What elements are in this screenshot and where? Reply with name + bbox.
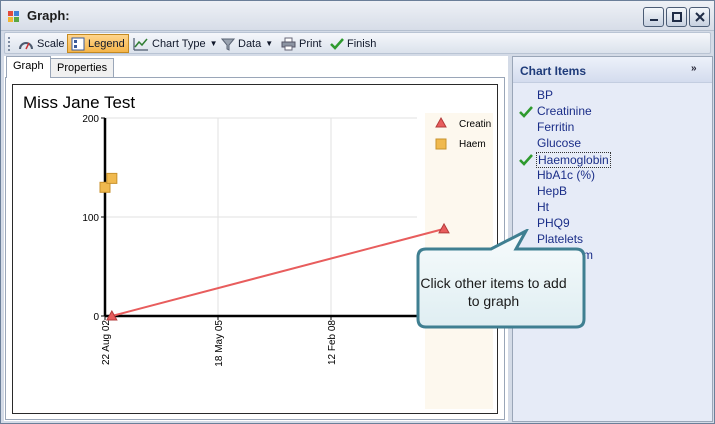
graph-app-icon: [8, 11, 19, 22]
chart-item[interactable]: Platelets: [537, 232, 583, 248]
data-point: [106, 172, 118, 184]
x-tick-label: 22 Aug 02: [101, 320, 112, 365]
chart-item[interactable]: PHQ9: [537, 216, 570, 232]
series-line-creatinine: [111, 227, 445, 317]
chevron-down-icon: ▼: [265, 39, 274, 48]
chart-item[interactable]: Potassium: [537, 248, 593, 264]
line-chart-icon: [133, 37, 148, 51]
maximize-button[interactable]: [666, 7, 687, 27]
checkmark-icon: [519, 106, 533, 118]
checkmark-icon: [330, 37, 344, 50]
chart-item[interactable]: Ferritin: [537, 120, 574, 136]
close-button[interactable]: [689, 7, 710, 27]
minimize-button[interactable]: [643, 7, 664, 27]
chart-type-dropdown[interactable]: Chart Type ▼: [130, 34, 221, 53]
x-tick-label: 18 May 05: [214, 320, 225, 367]
callout-text: Click other items to add to graph: [420, 275, 567, 309]
y-tick-label: 0: [93, 312, 99, 323]
chart-item[interactable]: Creatinine: [537, 104, 592, 120]
chart-item[interactable]: HepB: [537, 184, 567, 200]
print-button[interactable]: Print: [278, 34, 325, 53]
maximize-icon: [671, 12, 682, 22]
chart-item[interactable]: BP: [537, 88, 553, 104]
checkmark-icon: [519, 154, 533, 166]
legend-label: Legend: [88, 37, 125, 50]
tab-graph[interactable]: Graph: [6, 56, 51, 78]
legend-entry-label: Haem: [459, 139, 486, 150]
close-icon: [694, 12, 705, 22]
graph-pane: Graph Properties Miss Jane Test 200 100 0 2…: [4, 56, 508, 421]
finish-label: Finish: [347, 37, 377, 50]
tab-properties[interactable]: Properties: [50, 58, 115, 78]
printer-icon: [281, 37, 296, 50]
chart-items-panel: Chart Items » BP Creatinine Ferritin Glucos…: [512, 56, 713, 422]
chart-area: Miss Jane Test 200 100 0 22 Aug 02 18 May 05…: [12, 84, 498, 414]
title-bar: Graph:: [1, 1, 714, 31]
filter-icon: [221, 38, 235, 51]
chart-items-title: Chart Items: [520, 64, 587, 78]
legend-marker: [435, 138, 447, 150]
toolbar: Scale Legend Chart Type ▼ Data ▼ Print F…: [4, 32, 711, 54]
chart-items-header: Chart Items »: [513, 57, 712, 83]
scale-label: Scale: [37, 37, 65, 50]
chart-svg: 200 100 022 Aug 02 18 May 05 12 Feb 08 Creati…: [82, 113, 493, 409]
chart-item[interactable]: HbA1c (%): [537, 168, 595, 184]
finish-button[interactable]: Finish: [327, 34, 379, 53]
gauge-icon: [19, 41, 33, 49]
graph-window: Graph: Scale Legend Chart Type ▼ Data ▼ …: [0, 0, 715, 424]
minimize-icon: [649, 19, 658, 21]
scale-button[interactable]: Scale: [15, 34, 68, 53]
data-dropdown[interactable]: Data ▼: [218, 34, 276, 53]
y-tick-label: 200: [82, 114, 99, 125]
tab-strip: Graph Properties: [4, 56, 508, 78]
chart-item[interactable]: Ht: [537, 200, 549, 216]
x-tick-label: 12 Feb 08: [327, 320, 338, 365]
print-label: Print: [299, 37, 322, 50]
legend-background: [425, 113, 493, 409]
collapse-icon[interactable]: »: [691, 63, 697, 74]
toolbar-grip[interactable]: [8, 37, 11, 51]
legend-icon: [71, 37, 85, 50]
data-label: Data: [238, 37, 262, 50]
chart-type-label: Chart Type: [152, 37, 206, 50]
graph-tab-panel: Miss Jane Test 200 100 0 22 Aug 02 18 May 05…: [5, 77, 505, 420]
legend-entry-label: Creatin: [459, 119, 491, 130]
y-tick-label: 100: [82, 213, 99, 224]
legend-button[interactable]: Legend: [67, 34, 129, 53]
window-title: Graph:: [27, 8, 70, 23]
chevron-down-icon: ▼: [209, 39, 218, 48]
chart-item[interactable]: Haemoglobin: [536, 152, 611, 168]
chart-item[interactable]: Glucose: [537, 136, 581, 152]
